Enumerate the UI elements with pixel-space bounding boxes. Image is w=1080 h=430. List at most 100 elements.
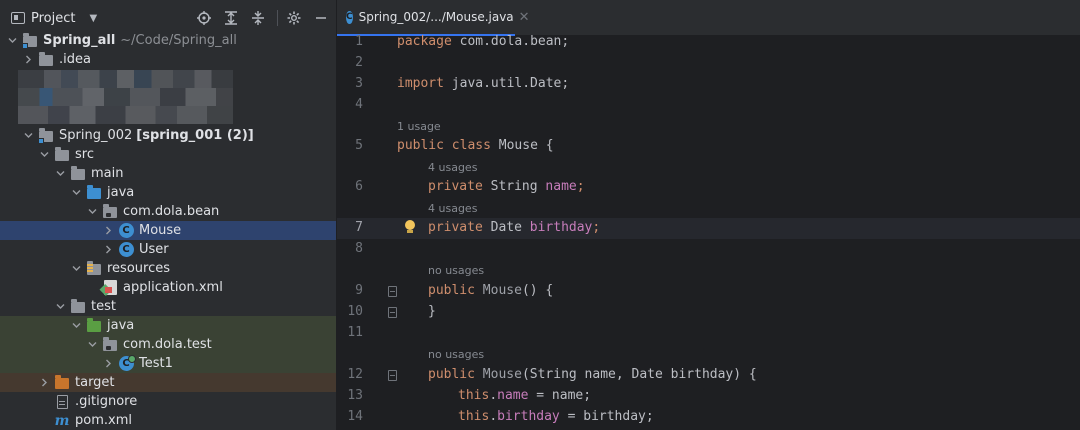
tab-mouse-java[interactable]: C Spring_002/.../Mouse.java ✕ [337,0,530,36]
tree-item-application-xml[interactable]: application.xml [0,278,336,297]
code-line: 4 [337,95,1080,116]
tree-item-label: Spring_002 [59,128,133,143]
package-icon [102,204,118,220]
code-line: 11 [337,323,1080,344]
folder-icon [38,52,54,68]
fold-open-icon[interactable] [388,370,397,381]
tree-item-label: main [91,166,124,181]
module-folder-icon [38,128,54,144]
project-view-selector[interactable]: Project ▼ [11,11,97,26]
test-class-icon: C [118,355,136,372]
tree-item-src[interactable]: src [0,145,336,164]
class-icon: C [118,223,134,239]
expand-all-icon[interactable] [219,6,243,30]
tree-item-resources[interactable]: resources [0,259,336,278]
line-number: 2 [355,55,363,70]
line-number: 7 [355,220,363,235]
tree-item-package-bean[interactable]: com.dola.bean [0,202,336,221]
resources-folder-icon [86,261,102,277]
ignore-file-icon [54,394,70,410]
blurred-content [18,70,233,124]
line-number: 13 [347,388,363,403]
folder-icon [70,166,86,182]
tree-item-suffix: [spring_001 (2)] [136,128,254,143]
excluded-folder-icon [54,375,70,391]
toolbar-separator [277,10,278,26]
spring-xml-icon [102,280,118,296]
fold-open-icon[interactable] [388,286,397,297]
project-panel: Project ▼ Spring_all ~/Code/Spring_all .… [0,0,336,430]
chevron-right-icon[interactable] [102,240,114,259]
usage-hint[interactable]: no usages [337,344,1080,365]
usage-hint[interactable]: 4 usages [337,157,1080,178]
chevron-down-icon[interactable] [54,297,66,316]
locate-icon[interactable] [192,6,216,30]
tree-item-gitignore[interactable]: .gitignore [0,392,336,411]
tab-label: Spring_002/.../Mouse.java [358,10,514,24]
line-number: 9 [355,283,363,298]
package-icon [102,337,118,353]
chevron-down-icon[interactable] [86,202,98,221]
code-editor: C Spring_002/.../Mouse.java ✕ 1 package … [337,0,1080,430]
line-number: 8 [355,241,363,256]
tree-item-label: .idea [59,52,91,67]
chevron-down-icon[interactable] [54,164,66,183]
code-line-current: 7 private Date birthday; [337,218,1080,239]
tree-item-label: java [107,318,135,333]
code-line: 5 public class Mouse { [337,136,1080,157]
collapse-all-icon[interactable] [246,6,270,30]
line-number: 11 [347,325,363,340]
tree-item-module[interactable]: Spring_002 [spring_001 (2)] [0,126,336,145]
chevron-down-icon[interactable] [86,335,98,354]
tree-item-label: com.dola.bean [123,204,220,219]
code-line: 14 this.birthday = birthday; [337,407,1080,428]
usage-hint[interactable]: 4 usages [337,198,1080,219]
tree-item-java-main[interactable]: java [0,183,336,202]
tree-item-label: java [107,185,135,200]
line-number: 12 [347,367,363,382]
chevron-down-icon: ▼ [89,12,98,24]
tree-item-test[interactable]: test [0,297,336,316]
tree-item-java-test[interactable]: java [0,316,336,335]
tree-item-main[interactable]: main [0,164,336,183]
chevron-down-icon[interactable] [70,183,82,202]
folder-icon [54,147,70,163]
close-icon[interactable]: ✕ [519,10,530,25]
chevron-down-icon[interactable] [38,145,50,164]
chevron-down-icon[interactable] [70,259,82,278]
chevron-right-icon[interactable] [102,354,114,373]
line-number: 4 [355,97,363,112]
chevron-down-icon[interactable] [70,316,82,335]
lightbulb-icon[interactable] [404,220,416,236]
line-number: 14 [347,409,363,424]
tree-item-pom[interactable]: m pom.xml [0,411,336,430]
chevron-right-icon[interactable] [102,221,114,240]
tree-item-label: application.xml [123,280,223,295]
tree-item-label: User [139,242,169,257]
tree-item-label: Mouse [139,223,182,238]
tree-item-test1[interactable]: C Test1 [0,354,336,373]
gear-icon[interactable] [282,6,306,30]
tree-item-package-test[interactable]: com.dola.test [0,335,336,354]
code-line: 6 private String name; [337,177,1080,198]
tree-item-target[interactable]: target [0,373,336,392]
chevron-right-icon[interactable] [38,373,50,392]
chevron-down-icon[interactable] [22,126,34,145]
tree-item-user[interactable]: C User [0,240,336,259]
chevron-down-icon[interactable] [6,31,18,50]
tree-item-idea[interactable]: .idea [0,50,336,69]
tree-item-label: resources [107,261,171,276]
fold-close-icon[interactable] [388,307,397,318]
chevron-right-icon[interactable] [22,50,34,69]
usage-hint[interactable]: 1 usage [337,116,1080,137]
line-number: 3 [355,76,363,91]
usage-hint[interactable]: no usages [337,260,1080,281]
tree-item-label: Spring_all [43,33,116,48]
code-line: 10 } [337,302,1080,323]
tree-item-mouse[interactable]: C Mouse [0,221,336,240]
tree-item-root[interactable]: Spring_all ~/Code/Spring_all [0,31,336,50]
tree-item-label: test [91,299,116,314]
class-icon: C [118,242,134,258]
class-icon: C [346,10,353,24]
minimize-icon[interactable] [309,6,333,30]
